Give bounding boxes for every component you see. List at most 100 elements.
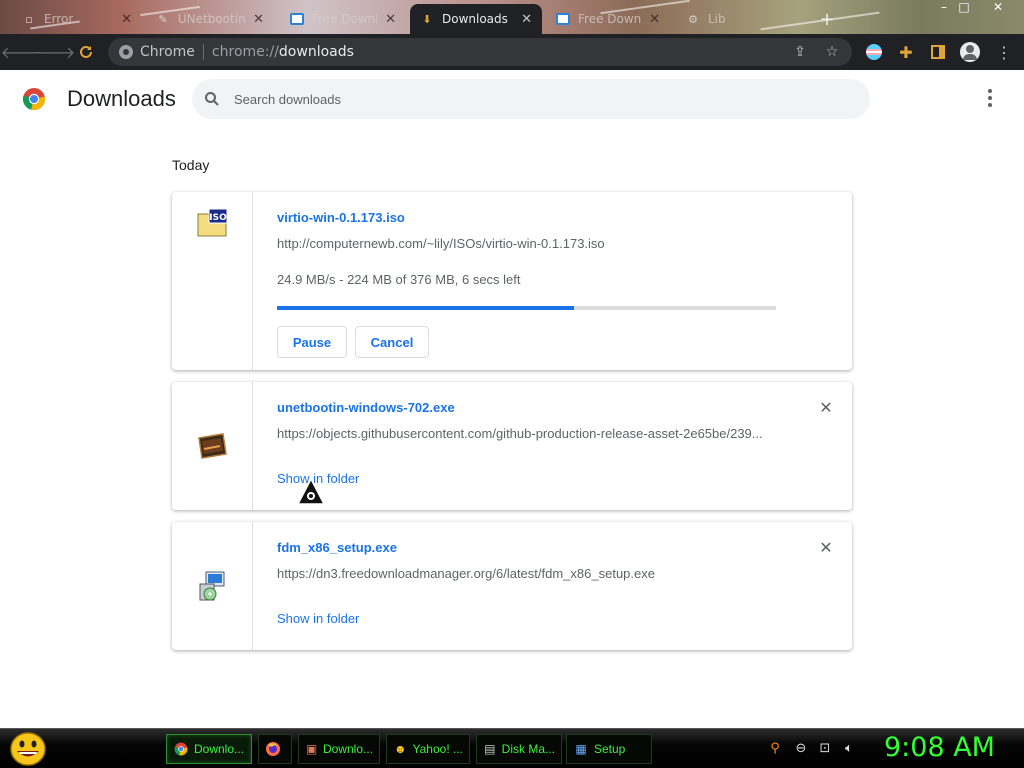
tab-free-download-2[interactable]: Free Downl ✕: [546, 4, 670, 34]
progress-fill: [277, 306, 575, 310]
search-icon: [205, 92, 219, 106]
taskbar: Downlo... ▣ Downlo... ☻ Yahoo! ... ▤ Dis…: [0, 728, 1024, 768]
download-icon: ▣: [305, 742, 318, 756]
search-tray-icon[interactable]: ⚲: [766, 739, 784, 757]
fdm-icon: [556, 12, 570, 26]
disk-icon: ▤: [484, 742, 496, 756]
circle-tray-icon[interactable]: ⊖: [792, 739, 810, 757]
new-tab-button[interactable]: +: [812, 4, 842, 34]
tab-title: Free Downlo: [312, 12, 377, 26]
start-button-smiley-icon[interactable]: [8, 731, 48, 767]
browser-toolbar: 🡐 🡒 Chrome chrome://downloads ⇪ ☆ ✚ ⋮: [0, 34, 1024, 70]
tab-title: Downloads: [442, 12, 508, 26]
installer-icon: [199, 571, 225, 601]
taskbar-disk-management[interactable]: ▤ Disk Ma...: [476, 734, 562, 764]
side-panel-icon[interactable]: [922, 36, 954, 68]
chrome-logo-icon: [22, 88, 46, 111]
unetbootin-exe-icon: [198, 433, 227, 459]
tab-title: UNetbootin: [177, 12, 246, 26]
taskbar-yahoo[interactable]: ☻ Yahoo! ...: [386, 734, 470, 764]
unetbootin-icon: ✎: [158, 12, 168, 26]
search-input[interactable]: [234, 91, 834, 107]
network-icon[interactable]: ⊡: [816, 739, 834, 757]
yahoo-smiley-icon: ☻: [393, 742, 407, 756]
download-item: ISO virtio-win-0.1.173.iso http://comput…: [172, 192, 852, 370]
file-icon-column: [172, 522, 253, 650]
minimize-button[interactable]: –: [934, 0, 954, 14]
downloads-header: Downloads: [0, 70, 1024, 128]
tab-lib[interactable]: ⚙ Lib: [676, 4, 804, 34]
taskbar-downloads[interactable]: ▣ Downlo...: [298, 734, 380, 764]
page-icon: ▫: [25, 12, 33, 26]
pause-button[interactable]: Pause: [277, 326, 347, 358]
taskbar-firefox[interactable]: [258, 734, 292, 764]
profile-avatar[interactable]: [960, 42, 980, 62]
taskbar-label: Setup: [594, 742, 626, 756]
close-icon[interactable]: ✕: [521, 12, 532, 27]
download-icon: ⬇: [422, 12, 432, 26]
reload-icon: [80, 45, 92, 58]
mouse-pointer-icon: [296, 478, 326, 505]
file-name-link[interactable]: fdm_x86_setup.exe: [277, 540, 397, 555]
url-host: downloads: [278, 44, 354, 60]
remove-from-list-icon[interactable]: ✕: [818, 400, 834, 417]
chrome-menu-icon[interactable]: ⋮: [988, 36, 1020, 68]
address-bar[interactable]: Chrome chrome://downloads ⇪ ☆: [108, 38, 852, 66]
url-scheme: chrome://: [211, 44, 279, 60]
firefox-icon: [265, 741, 281, 757]
site-label: Chrome: [140, 44, 195, 60]
tab-error[interactable]: ▫ Error ✕: [12, 4, 142, 34]
download-status: 24.9 MB/s - 224 MB of 376 MB, 6 secs lef…: [277, 272, 521, 287]
chrome-icon: [119, 45, 133, 59]
close-icon[interactable]: ✕: [385, 12, 396, 27]
taskbar-chrome-downloads[interactable]: Downlo...: [166, 734, 252, 764]
iso-file-icon: ISO: [197, 208, 228, 237]
site-info[interactable]: Chrome: [118, 44, 195, 60]
date-group-header: Today: [172, 157, 210, 173]
download-item: unetbootin-windows-702.exe ✕ https://obj…: [172, 382, 852, 510]
file-url: http://computernewb.com/~lily/ISOs/virti…: [277, 236, 605, 251]
share-icon[interactable]: ⇪: [788, 40, 812, 64]
close-icon[interactable]: ✕: [121, 12, 132, 27]
file-icon-column: [172, 382, 253, 510]
tab-unetbootin[interactable]: ✎ UNetbootin ✕: [146, 4, 274, 34]
maximize-button[interactable]: □: [954, 0, 974, 14]
close-icon[interactable]: ✕: [253, 12, 264, 27]
more-actions-icon[interactable]: [980, 86, 1000, 110]
chrome-icon: [173, 741, 189, 757]
cancel-button[interactable]: Cancel: [355, 326, 429, 358]
reload-button[interactable]: [70, 36, 102, 68]
installer-icon: ▦: [575, 742, 587, 756]
file-name-link[interactable]: unetbootin-windows-702.exe: [277, 400, 455, 415]
tab-free-download-1[interactable]: Free Downlo ✕: [280, 4, 406, 34]
plus-icon: +: [819, 8, 835, 30]
taskbar-setup[interactable]: ▦ Setup: [566, 734, 652, 764]
progress-bar: [277, 306, 776, 310]
bookmark-star-icon[interactable]: ☆: [820, 40, 844, 64]
settings-icon: ⚙: [688, 12, 698, 26]
taskbar-label: Disk Ma...: [501, 742, 555, 756]
tab-strip: ▫ Error ✕ ✎ UNetbootin ✕ Free Downlo ✕ ⬇…: [0, 0, 1024, 34]
file-url: https://dn3.freedownloadmanager.org/6/la…: [277, 566, 655, 581]
system-clock[interactable]: 9:08 AM: [884, 732, 995, 763]
extension-flag-icon[interactable]: [866, 44, 882, 60]
remove-from-list-icon[interactable]: ✕: [818, 540, 834, 557]
volume-icon[interactable]: 🔈︎: [840, 739, 858, 757]
tab-downloads[interactable]: ⬇ Downloads ✕: [410, 4, 542, 34]
file-name-link[interactable]: virtio-win-0.1.173.iso: [277, 210, 405, 225]
file-url: https://objects.githubusercontent.com/gi…: [277, 426, 763, 441]
show-in-folder-link[interactable]: Show in folder: [277, 611, 359, 626]
tab-title: Lib: [708, 12, 726, 26]
taskbar-label: Yahoo! ...: [412, 742, 463, 756]
iso-label: ISO: [209, 213, 227, 223]
taskbar-label: Downlo...: [194, 742, 245, 756]
search-downloads-box[interactable]: [192, 79, 870, 119]
fdm-icon: [290, 12, 304, 26]
close-icon[interactable]: ✕: [649, 12, 660, 27]
download-item: fdm_x86_setup.exe ✕ https://dn3.freedown…: [172, 522, 852, 650]
tab-title: Error: [44, 12, 74, 26]
close-window-button[interactable]: ✕: [988, 0, 1008, 14]
forward-button[interactable]: 🡒: [33, 36, 76, 68]
extensions-puzzle-icon[interactable]: ✚: [890, 36, 922, 68]
page-title: Downloads: [67, 86, 176, 111]
